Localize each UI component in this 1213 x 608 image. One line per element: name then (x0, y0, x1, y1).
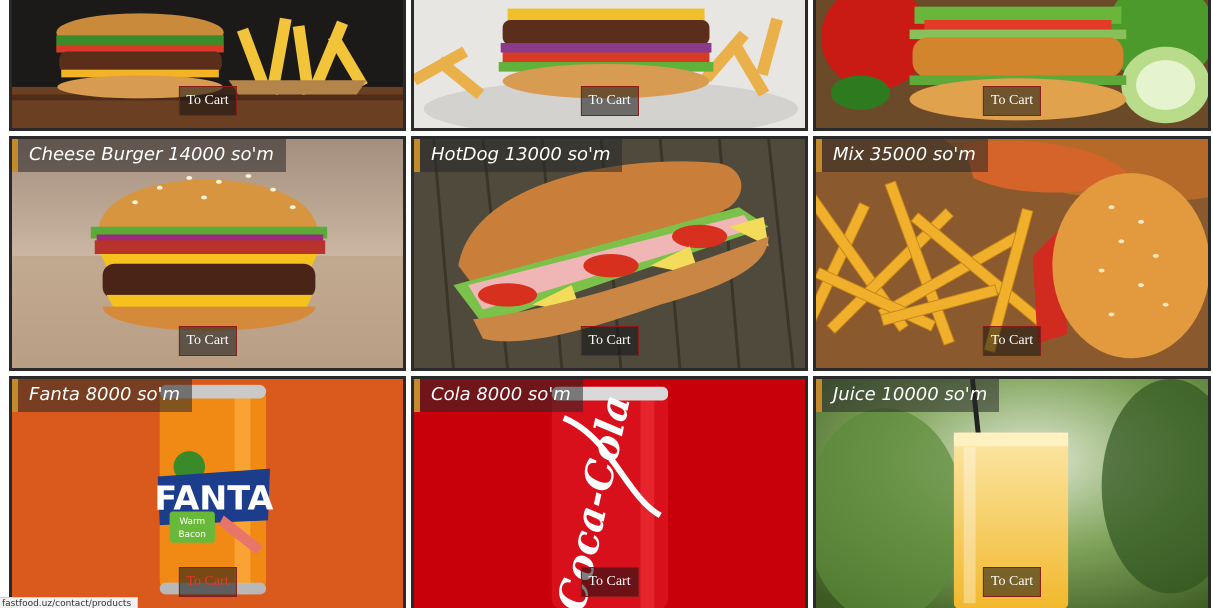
product-title: Cheese Burger 14000 so'm (12, 139, 286, 172)
product-card: Coca-Cola Cola 8000 so'm To Cart (411, 376, 808, 608)
to-cart-button[interactable]: To Cart (982, 326, 1042, 356)
to-cart-button[interactable]: To Cart (982, 567, 1042, 597)
to-cart-button[interactable]: To Cart (178, 326, 237, 356)
product-card: FANTA Warm Bacon Fanta 8000 so'm To Cart (9, 376, 406, 608)
product-card: Juice 10000 so'm To Cart (813, 376, 1211, 608)
product-title: Fanta 8000 so'm (12, 379, 193, 412)
product-title: Mix 35000 so'm (816, 139, 988, 172)
product-title: HotDog 13000 so'm (414, 139, 623, 172)
product-card: To Cart (411, 0, 808, 131)
link-status-bar: fastfood.uz/contact/products (0, 597, 139, 608)
product-card: HotDog 13000 so'm To Cart (411, 136, 808, 371)
to-cart-button[interactable]: To Cart (580, 86, 639, 116)
to-cart-button[interactable]: To Cart (580, 326, 639, 356)
product-card: Cheese Burger 14000 so'm To Cart (9, 136, 406, 371)
to-cart-button[interactable]: To Cart (982, 86, 1042, 116)
to-cart-button[interactable]: To Cart (178, 86, 237, 116)
to-cart-button[interactable]: To Cart (580, 567, 639, 597)
product-card: To Cart (9, 0, 406, 131)
product-card: Mix 35000 so'm To Cart (813, 136, 1211, 371)
fanta-flavor-line1: Warm (179, 517, 205, 527)
product-title: Juice 10000 so'm (816, 379, 1000, 412)
to-cart-button[interactable]: To Cart (178, 567, 237, 597)
product-title: Cola 8000 so'm (414, 379, 583, 412)
product-grid: To Cart To Cart To Cart Cheese Burger 14… (0, 0, 1213, 608)
product-card: To Cart (813, 0, 1211, 131)
fanta-flavor-line2: Bacon (179, 530, 206, 540)
